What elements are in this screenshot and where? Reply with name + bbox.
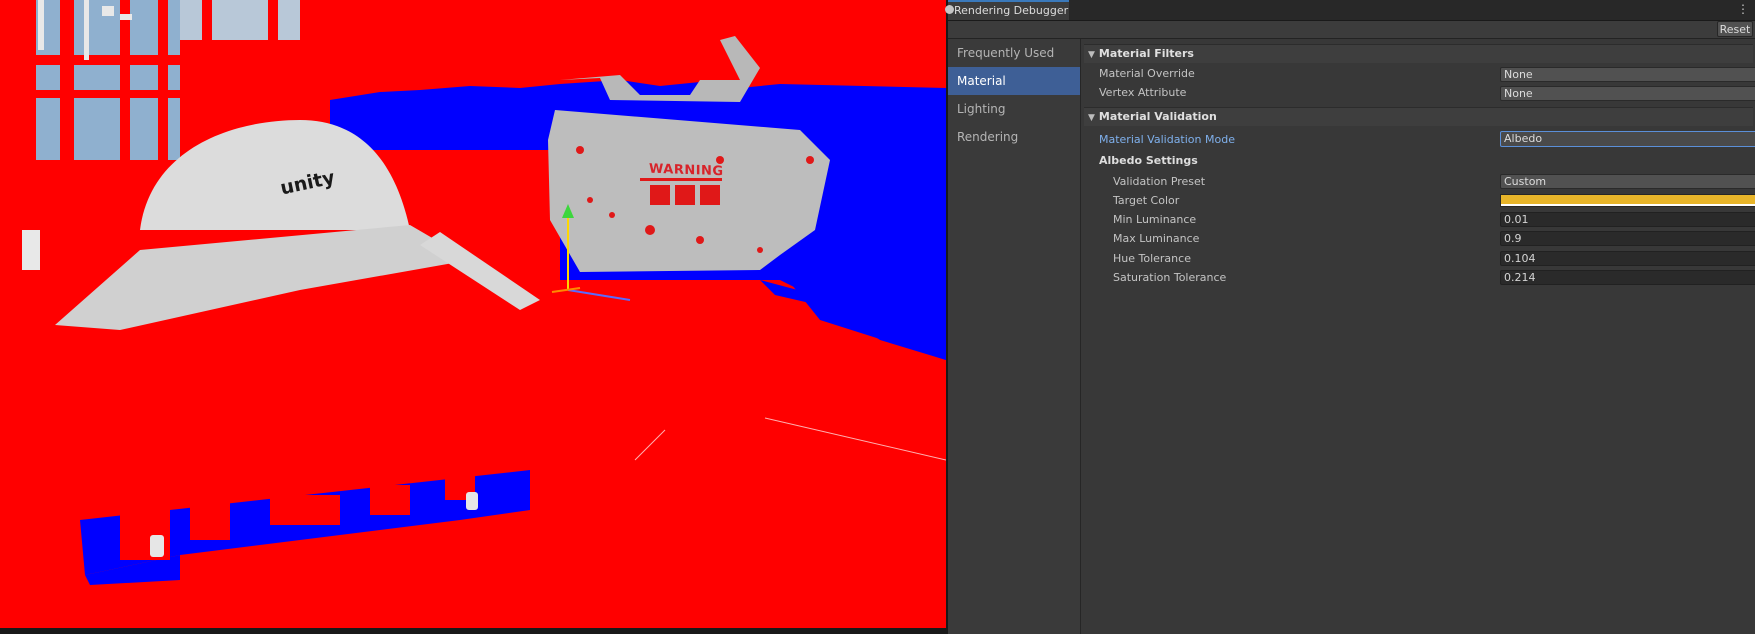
dropdown-value: Albedo <box>1504 132 1543 145</box>
vertex-attribute-dropdown[interactable]: None ▼ <box>1500 86 1755 101</box>
window-titlebar: Rendering Debugger ⋮ <box>945 0 1755 21</box>
alpha-bar <box>1501 204 1755 206</box>
sidebar-item-rendering[interactable]: Rendering <box>948 123 1080 151</box>
saturation-tolerance-field[interactable]: 0.214 <box>1500 270 1755 285</box>
panel-sidebar: Frequently Used Material Lighting Render… <box>948 39 1081 634</box>
material-override-dropdown[interactable]: None ▼ <box>1500 67 1755 82</box>
warning-decal: WARNING <box>649 161 724 180</box>
max-luminance-field[interactable]: 0.9 <box>1500 231 1755 246</box>
target-color-label: Target Color <box>1113 194 1180 207</box>
min-luminance-label: Min Luminance <box>1113 213 1197 226</box>
section-material-validation[interactable]: ▼ Material Validation <box>1084 107 1753 126</box>
saturation-tolerance-label: Saturation Tolerance <box>1113 271 1227 284</box>
scene-render <box>0 0 946 585</box>
validation-preset-dropdown[interactable]: Custom ▼ <box>1500 174 1755 189</box>
kebab-menu-icon[interactable]: ⋮ <box>1737 2 1749 16</box>
sidebar-item-lighting[interactable]: Lighting <box>948 95 1080 123</box>
dropdown-value: None <box>1504 68 1533 81</box>
hue-tolerance-label: Hue Tolerance <box>1113 252 1191 265</box>
foldout-arrow-icon: ▼ <box>1088 113 1095 123</box>
min-luminance-field[interactable]: 0.01 <box>1500 212 1755 227</box>
albedo-settings-label: Albedo Settings <box>1099 154 1198 167</box>
validation-mode-dropdown[interactable]: Albedo ▼ <box>1500 131 1755 147</box>
section-material-filters[interactable]: ▼ Material Filters <box>1084 44 1753 63</box>
rendering-debugger-window: Rendering Debugger ⋮ Reset Frequently Us… <box>945 0 1755 634</box>
sidebar-item-frequently-used[interactable]: Frequently Used <box>948 39 1080 67</box>
scene-view[interactable]: WARNING unity <box>0 0 946 628</box>
debugger-toolbar: Reset <box>948 21 1755 39</box>
reset-button[interactable]: Reset <box>1717 21 1753 37</box>
section-title: Material Filters <box>1098 47 1194 60</box>
hue-tolerance-field[interactable]: 0.104 <box>1500 251 1755 266</box>
material-override-label: Material Override <box>1099 67 1195 80</box>
foldout-arrow-icon: ▼ <box>1088 50 1095 60</box>
dropdown-value: None <box>1504 87 1533 100</box>
dropdown-value: Custom <box>1504 175 1547 188</box>
sidebar-item-material[interactable]: Material <box>948 67 1080 95</box>
section-title: Material Validation <box>1098 110 1217 123</box>
target-color-field[interactable] <box>1500 194 1755 207</box>
material-panel: ▼ Material Filters Material Override None… <box>1082 39 1755 634</box>
tab-rendering-debugger[interactable]: Rendering Debugger <box>945 0 1069 20</box>
vertex-attribute-label: Vertex Attribute <box>1099 86 1187 99</box>
tab-icon <box>945 5 954 14</box>
validation-preset-label: Validation Preset <box>1113 175 1206 188</box>
max-luminance-label: Max Luminance <box>1113 232 1200 245</box>
tab-title: Rendering Debugger <box>954 4 1069 17</box>
validation-mode-label: Material Validation Mode <box>1099 133 1235 146</box>
